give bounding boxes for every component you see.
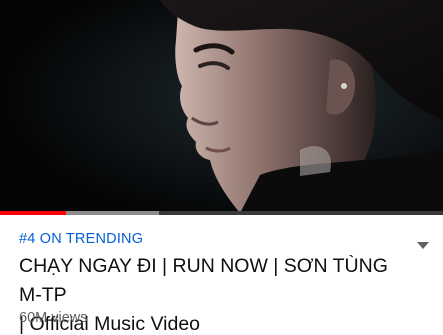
video-frame[interactable] [0,0,443,213]
watch-page: #4 ON TRENDING CHẠY NGAY ĐI | RUN NOW | … [0,0,443,335]
video-title-line-1: CHẠY NGAY ĐI | RUN NOW | SƠN TÙNG M-TP [19,255,388,306]
view-count: 60M views [19,310,88,326]
trending-badge-link[interactable]: #4 ON TRENDING [19,231,143,247]
video-details: #4 ON TRENDING CHẠY NGAY ĐI | RUN NOW | … [0,215,443,335]
chevron-down-icon [417,241,429,249]
expand-description-button[interactable] [411,237,435,253]
video-player[interactable] [0,0,443,213]
